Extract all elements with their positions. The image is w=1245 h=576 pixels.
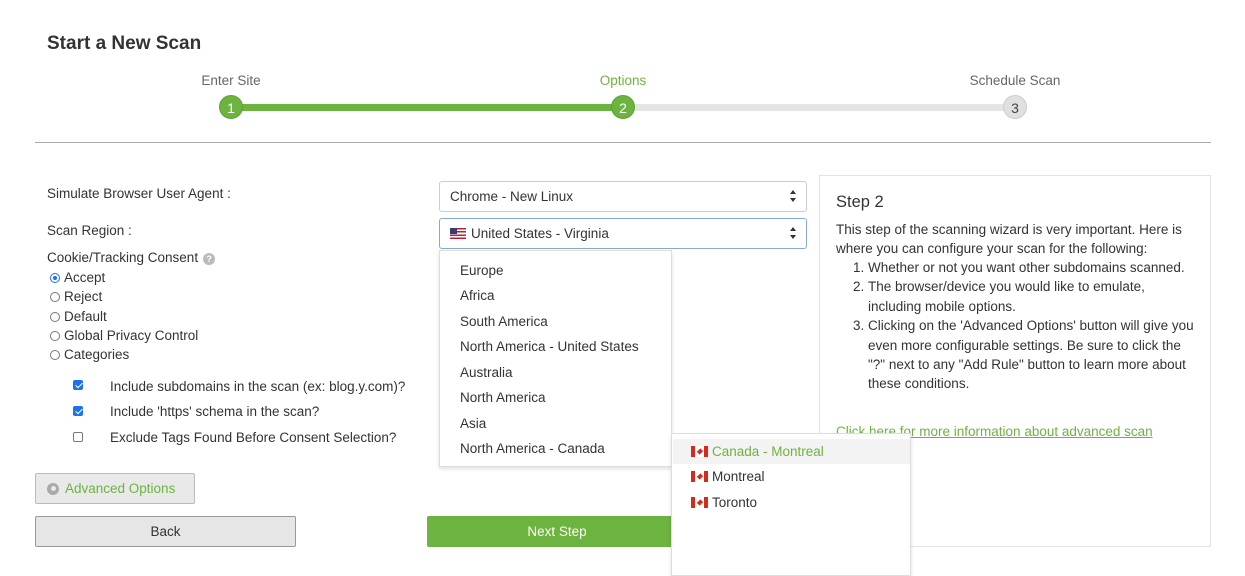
submenu-option-label: Toronto [712,495,758,510]
scan-region-label: Scan Region : [47,223,132,238]
canada-flag-icon [691,446,708,457]
consent-label-text: Cookie/Tracking Consent [47,250,199,265]
include-subdomains-label: Include subdomains in the scan (ex: blog… [110,379,406,394]
canada-flag-icon [691,471,708,482]
canada-submenu: Canada - Montreal Montreal Toronto [671,433,911,576]
submenu-option-label: Canada - Montreal [712,444,824,459]
radio-label-reject: Reject [64,289,103,304]
radio-reject[interactable] [50,291,60,302]
radio-label-accept: Accept [64,270,106,285]
progress-track-complete [231,104,623,111]
info-item: Clicking on the 'Advanced Options' butto… [868,316,1194,394]
radio-default[interactable] [50,311,60,322]
user-agent-label: Simulate Browser User Agent : [47,186,231,201]
step-label-schedule-scan: Schedule Scan [969,73,1061,88]
help-icon[interactable]: ? [203,253,216,265]
step-1-marker[interactable]: 1 [219,95,243,119]
advanced-options-button[interactable]: Advanced Options [35,473,195,504]
user-agent-select[interactable]: Chrome - New Linux [439,181,807,212]
consent-label: Cookie/Tracking Consent? [47,250,216,265]
region-option[interactable]: Africa [460,288,495,303]
canada-flag-icon [691,497,708,508]
radio-accept[interactable] [50,272,60,283]
select-arrows-icon [790,227,797,240]
consent-option-reject[interactable]: Reject [50,289,102,304]
exclude-tags-label: Exclude Tags Found Before Consent Select… [110,430,397,445]
region-option[interactable]: North America [460,390,546,405]
info-list: Whether or not you want other subdomains… [836,258,1194,394]
radio-label-categories: Categories [64,347,130,362]
region-option[interactable]: North America - United States [460,339,639,354]
region-option[interactable]: South America [460,314,548,329]
region-dropdown-menu: Europe Africa South America North Americ… [439,250,672,467]
page-title: Start a New Scan [47,33,202,54]
user-agent-value: Chrome - New Linux [450,189,574,204]
step-3-marker[interactable]: 3 [1003,95,1027,119]
header-divider [35,142,1211,143]
region-option[interactable]: Europe [460,263,504,278]
region-option[interactable]: Australia [460,365,513,380]
step-label-enter-site: Enter Site [201,73,261,88]
consent-option-categories[interactable]: Categories [50,347,129,362]
scan-region-value: United States - Virginia [471,226,609,241]
submenu-option-canada-montreal[interactable]: Canada - Montreal [673,439,910,464]
region-option-canada[interactable]: North America - Canada [460,441,605,456]
info-item: Whether or not you want other subdomains… [868,258,1194,277]
radio-gpc[interactable] [50,330,60,341]
us-flag-icon [450,228,466,239]
consent-option-gpc[interactable]: Global Privacy Control [50,328,198,343]
gear-icon [47,482,59,495]
scan-region-select[interactable]: United States - Virginia [439,218,807,249]
include-subdomains-checkbox[interactable] [73,380,83,390]
advanced-options-label: Advanced Options [65,481,176,496]
step-label-options: Options [599,73,647,88]
step-2-marker[interactable]: 2 [611,95,635,119]
consent-option-accept[interactable]: Accept [50,270,105,285]
include-https-checkbox[interactable] [73,406,83,416]
radio-categories[interactable] [50,349,60,360]
back-button[interactable]: Back [35,516,296,547]
exclude-tags-checkbox[interactable] [73,432,83,442]
include-https-label: Include 'https' schema in the scan? [110,404,320,419]
next-step-button[interactable]: Next Step [427,516,687,547]
progress-track-remaining [623,104,1015,111]
submenu-option-montreal[interactable]: Montreal [673,464,910,489]
submenu-option-toronto[interactable]: Toronto [673,490,910,515]
submenu-option-label: Montreal [712,469,765,484]
radio-label-gpc: Global Privacy Control [64,328,199,343]
select-arrows-icon [790,190,797,203]
radio-label-default: Default [64,309,107,324]
info-item: The browser/device you would like to emu… [868,277,1194,316]
consent-option-default[interactable]: Default [50,309,107,324]
region-option[interactable]: Asia [460,416,486,431]
info-title: Step 2 [836,193,884,211]
info-intro: This step of the scanning wizard is very… [836,222,1182,256]
